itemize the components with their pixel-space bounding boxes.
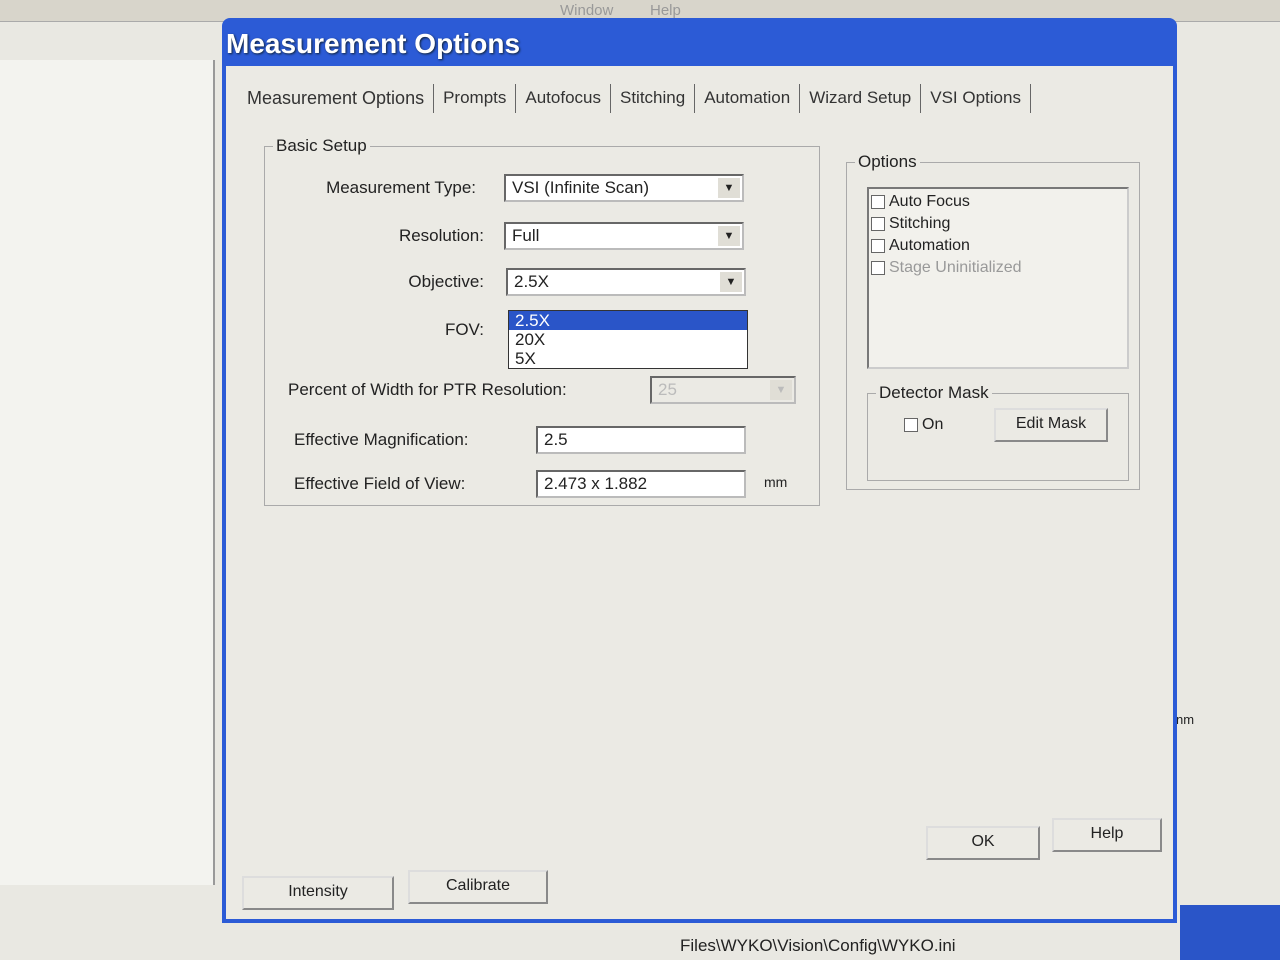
menu-help[interactable]: Help	[650, 2, 681, 19]
option-automation[interactable]: Automation	[871, 235, 1125, 257]
tab-automation[interactable]: Automation	[695, 84, 801, 113]
tab-stitching[interactable]: Stitching	[611, 84, 696, 113]
detector-mask-on[interactable]: On	[904, 414, 943, 436]
edit-mask-button[interactable]: Edit Mask	[994, 408, 1108, 442]
option-label: Stage Uninitialized	[889, 259, 1022, 276]
basic-setup-title: Basic Setup	[273, 136, 370, 156]
checkbox[interactable]	[871, 195, 885, 209]
options-list: Auto Focus Stitching Automation Stage Un…	[867, 187, 1129, 369]
taskbar	[1180, 905, 1280, 960]
objective-label: Objective:	[408, 272, 484, 291]
ptr-select: 25 ▼	[650, 376, 796, 404]
resolution-value: Full	[512, 226, 540, 245]
detector-mask-title: Detector Mask	[876, 383, 992, 403]
objective-option[interactable]: 5X	[509, 349, 747, 368]
objective-value: 2.5X	[514, 272, 549, 291]
effective-fov-label: Effective Field of View:	[294, 474, 466, 493]
measurement-options-dialog: Measurement Options ✕ Measurement Option…	[222, 18, 1177, 923]
detector-mask-group: Detector Mask On Edit Mask	[867, 383, 1129, 481]
effective-magnification-label: Effective Magnification:	[294, 430, 469, 449]
unit-label: nm	[1176, 712, 1195, 727]
chevron-down-icon: ▼	[718, 178, 740, 198]
fov-unit: mm	[764, 474, 788, 490]
option-stage-uninitialized: Stage Uninitialized	[871, 257, 1125, 279]
option-auto-focus[interactable]: Auto Focus	[871, 191, 1125, 213]
chevron-down-icon: ▼	[720, 272, 742, 292]
status-path: Files\WYKO\Vision\Config\WYKO.ini	[680, 936, 956, 955]
tab-autofocus[interactable]: Autofocus	[516, 84, 611, 113]
tab-measurement-options[interactable]: Measurement Options	[238, 84, 435, 113]
ptr-value: 25	[658, 380, 677, 399]
option-stitching[interactable]: Stitching	[871, 213, 1125, 235]
checkbox[interactable]	[904, 418, 918, 432]
intensity-button[interactable]: Intensity	[242, 876, 394, 910]
help-button[interactable]: Help	[1052, 818, 1162, 852]
measurement-type-label: Measurement Type:	[326, 178, 476, 197]
dialog-body: Measurement Options Prompts Autofocus St…	[226, 66, 1173, 919]
objective-select[interactable]: 2.5X ▼	[506, 268, 746, 296]
effective-fov-field: 2.473 x 1.882	[536, 470, 746, 498]
calibrate-button[interactable]: Calibrate	[408, 870, 548, 904]
checkbox	[871, 261, 885, 275]
effective-magnification-field: 2.5	[536, 426, 746, 454]
resolution-select[interactable]: Full ▼	[504, 222, 744, 250]
left-pane	[0, 60, 215, 885]
measurement-type-value: VSI (Infinite Scan)	[512, 178, 650, 197]
option-label: Automation	[889, 237, 970, 254]
ptr-label: Percent of Width for PTR Resolution:	[288, 380, 567, 399]
tab-wizard-setup[interactable]: Wizard Setup	[800, 84, 922, 113]
dialog-title: Measurement Options	[226, 28, 521, 59]
chevron-down-icon: ▼	[718, 226, 740, 246]
checkbox[interactable]	[871, 239, 885, 253]
option-label: Auto Focus	[889, 193, 970, 210]
menu-window[interactable]: Window	[560, 2, 613, 19]
checkbox[interactable]	[871, 217, 885, 231]
ok-button[interactable]: OK	[926, 826, 1040, 860]
objective-option[interactable]: 2.5X	[509, 311, 747, 330]
options-group: Options Auto Focus Stitching Automation …	[846, 152, 1140, 490]
objective-dropdown-list: 2.5X 20X 5X	[508, 310, 748, 369]
tab-vsi-options[interactable]: VSI Options	[921, 84, 1031, 113]
resolution-label: Resolution:	[398, 226, 484, 245]
on-label: On	[922, 416, 944, 433]
tab-prompts[interactable]: Prompts	[434, 84, 517, 113]
option-label: Stitching	[889, 215, 951, 232]
fov-label: FOV:	[444, 320, 484, 339]
tab-bar: Measurement Options Prompts Autofocus St…	[238, 84, 1031, 113]
options-title: Options	[855, 152, 920, 172]
objective-option[interactable]: 20X	[509, 330, 747, 349]
measurement-type-select[interactable]: VSI (Infinite Scan) ▼	[504, 174, 744, 202]
chevron-down-icon: ▼	[770, 380, 792, 400]
